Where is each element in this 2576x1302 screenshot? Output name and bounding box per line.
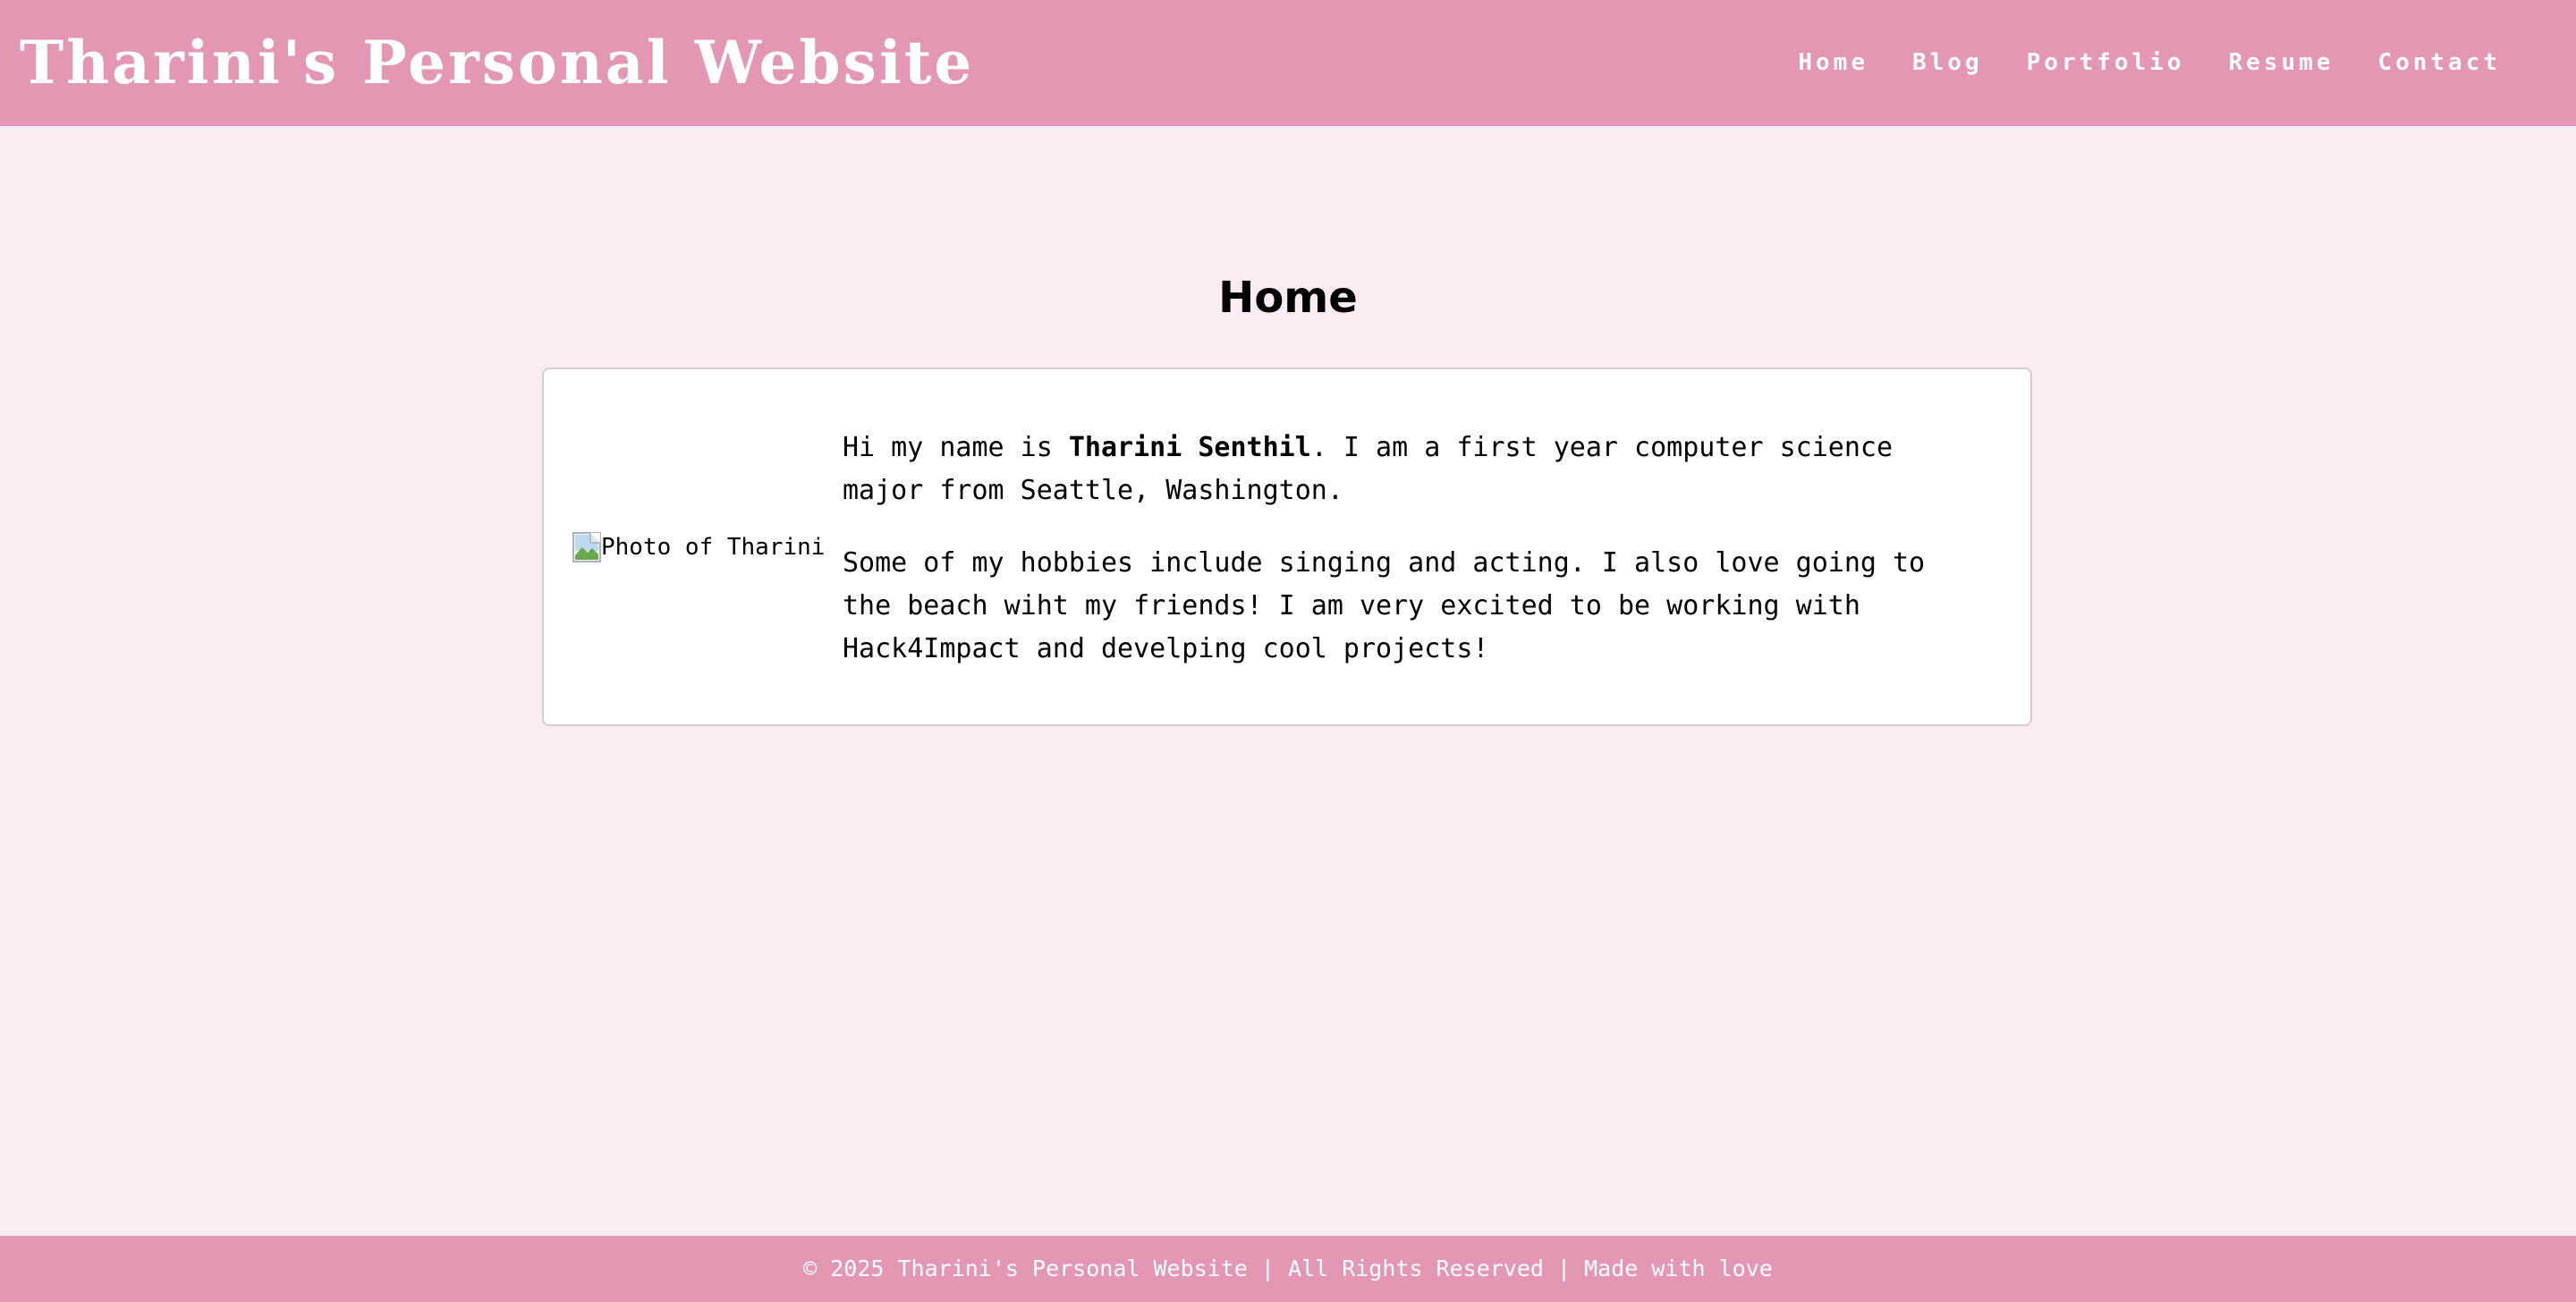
nav-link-blog[interactable]: Blog <box>1912 45 1983 80</box>
nav-link-contact[interactable]: Contact <box>2377 45 2501 80</box>
footer-text: © 2025 Tharini's Personal Website | All … <box>803 1256 1773 1281</box>
intro-paragraph: Hi my name is Tharini Senthil. I am a fi… <box>843 427 1970 512</box>
about-text: Hi my name is Tharini Senthil. I am a fi… <box>843 427 1970 700</box>
page-title: Home <box>1218 273 1358 323</box>
author-name: Tharini Senthil <box>1068 432 1311 463</box>
main-nav: Home Blog Portfolio Resume Contact <box>1798 45 2501 80</box>
about-card: Photo of Tharini Hi my name is Tharini S… <box>542 368 2032 726</box>
intro-text-start: Hi my name is <box>843 432 1069 463</box>
photo-alt-text: Photo of Tharini <box>601 534 826 561</box>
hobbies-paragraph: Some of my hobbies include singing and a… <box>843 547 1926 664</box>
nav-link-portfolio[interactable]: Portfolio <box>2027 45 2185 80</box>
nav-link-home[interactable]: Home <box>1798 45 1868 80</box>
site-footer: © 2025 Tharini's Personal Website | All … <box>0 1236 2576 1302</box>
site-title: Tharini's Personal Website <box>20 28 975 97</box>
profile-photo: Photo of Tharini <box>572 532 825 562</box>
broken-image-icon <box>572 532 601 562</box>
nav-link-resume[interactable]: Resume <box>2229 45 2334 80</box>
site-header: Tharini's Personal Website Home Blog Por… <box>0 0 2576 126</box>
